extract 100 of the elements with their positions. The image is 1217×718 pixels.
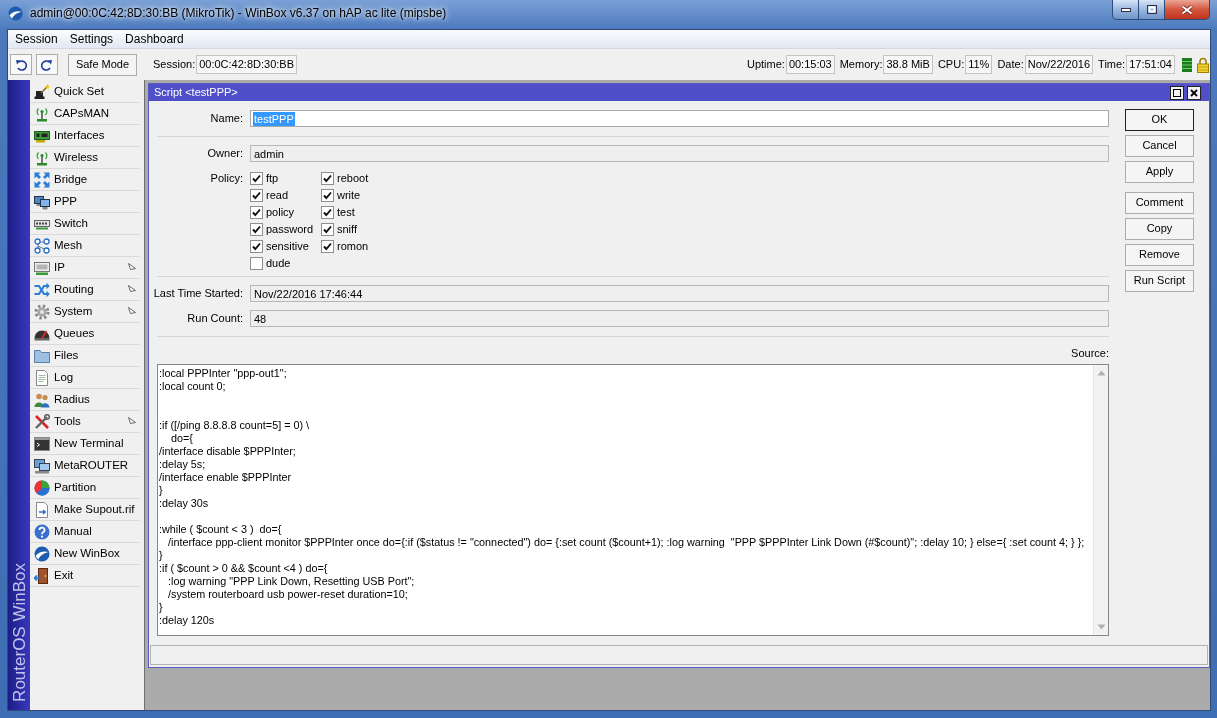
- redo-icon: [41, 58, 53, 71]
- field-value: 48: [253, 311, 268, 326]
- checkbox-label[interactable]: write: [337, 188, 361, 203]
- checkbox-label[interactable]: policy: [266, 205, 295, 220]
- brand-text: RouterOS WinBox: [10, 563, 28, 702]
- sidebar-item[interactable]: CAPsMAN: [30, 103, 140, 125]
- sidebar-item[interactable]: Manual: [30, 521, 140, 543]
- checkbox[interactable]: [250, 240, 263, 253]
- session-field: 00:0C:42:8D:30:BB: [196, 55, 297, 74]
- checkbox-label[interactable]: read: [266, 188, 289, 203]
- maximize-icon: [1146, 5, 1157, 14]
- checkbox[interactable]: [250, 223, 263, 236]
- run-script-button[interactable]: Run Script: [1125, 270, 1194, 292]
- checkbox[interactable]: [250, 206, 263, 219]
- field-label: Run Count:: [186, 311, 243, 326]
- monitor-icon: [34, 457, 50, 474]
- checkbox[interactable]: [250, 257, 263, 270]
- sidebar-item[interactable]: Mesh: [30, 235, 140, 257]
- sidebar-item[interactable]: New Terminal: [30, 433, 140, 455]
- sidebar-item[interactable]: Routing: [30, 279, 140, 301]
- stat-label: CPU:: [937, 57, 965, 72]
- undo-icon: [15, 58, 27, 71]
- checkbox-label[interactable]: ftp: [266, 171, 279, 186]
- safe-mode-button[interactable]: Safe Mode: [68, 53, 137, 76]
- remove-button[interactable]: Remove: [1125, 244, 1194, 266]
- vertical-scrollbar[interactable]: [1093, 365, 1108, 635]
- sidebar-item[interactable]: Queues: [30, 323, 140, 345]
- session-label: Session:: [153, 57, 196, 72]
- apply-button[interactable]: Apply: [1125, 161, 1194, 183]
- checkbox-label[interactable]: reboot: [337, 171, 369, 186]
- menu-item[interactable]: Dashboard: [119, 31, 190, 47]
- crossed-arrows-icon: [34, 281, 50, 298]
- window-title: admin@00:0C:42:8D:30:BB (MikroTik) - WinBox v6.37 on hAP ac lite (mipsbe): [30, 6, 447, 21]
- sidebar-item[interactable]: New WinBox: [30, 543, 140, 565]
- undo-button[interactable]: [10, 54, 32, 75]
- cancel-button[interactable]: Cancel: [1125, 135, 1194, 157]
- stat-value-field: 00:15:03: [785, 55, 835, 74]
- checkbox[interactable]: [321, 240, 334, 253]
- scroll-up-icon: [1096, 370, 1106, 376]
- antenna-icon: [34, 105, 50, 122]
- computer-icon: [34, 193, 50, 210]
- sidebar-item[interactable]: Tools: [30, 411, 140, 433]
- close-button[interactable]: [1187, 85, 1201, 100]
- stat-label: Memory:: [839, 57, 883, 72]
- document-icon: [34, 501, 50, 518]
- copy-button[interactable]: Copy: [1125, 218, 1194, 240]
- checkbox[interactable]: [321, 223, 334, 236]
- sidebar-item[interactable]: MetaROUTER: [30, 455, 140, 477]
- sidebar-item[interactable]: Files: [30, 345, 140, 367]
- field-label: Owner:: [206, 146, 243, 161]
- door-icon: [34, 567, 50, 584]
- sidebar-item[interactable]: Switch: [30, 213, 140, 235]
- stat-label: Uptime:: [746, 57, 785, 72]
- checkbox-label[interactable]: sensitive: [266, 239, 309, 254]
- sidebar-item[interactable]: Bridge: [30, 169, 140, 191]
- checkbox-label[interactable]: password: [266, 222, 314, 237]
- dialog-title: Script <testPPP>: [154, 85, 238, 100]
- checkbox[interactable]: [321, 189, 334, 202]
- stat-label: Time:: [1098, 57, 1126, 72]
- sidebar-item[interactable]: Quick Set: [30, 81, 140, 103]
- stat-value-field: 17:51:04: [1126, 55, 1175, 74]
- close-button[interactable]: [1165, 0, 1210, 20]
- redo-button[interactable]: [36, 54, 58, 75]
- minimize-button[interactable]: [1112, 0, 1139, 20]
- sidebar-item[interactable]: IP: [30, 257, 140, 279]
- sidebar-item[interactable]: Radius: [30, 389, 140, 411]
- checkbox-label[interactable]: test: [337, 205, 355, 220]
- maximize-icon: [1173, 88, 1181, 97]
- arrows-icon: [34, 171, 50, 188]
- checkbox[interactable]: [321, 172, 334, 185]
- antenna-icon: [34, 149, 50, 166]
- checkbox-label[interactable]: dude: [266, 256, 291, 271]
- document-icon: [34, 369, 50, 386]
- sidebar-item[interactable]: Log: [30, 367, 140, 389]
- checkbox-label[interactable]: romon: [337, 239, 369, 254]
- menu-item[interactable]: Settings: [63, 31, 120, 47]
- pie-chart-icon: [34, 479, 50, 496]
- sidebar-item[interactable]: Wireless: [30, 147, 140, 169]
- ok-button[interactable]: OK: [1125, 109, 1194, 131]
- checkbox[interactable]: [250, 172, 263, 185]
- maximize-button[interactable]: [1139, 0, 1165, 20]
- sidebar-item[interactable]: PPP: [30, 191, 140, 213]
- field-label: Last Time Started:: [152, 286, 243, 301]
- wand-icon: [34, 83, 50, 100]
- checkbox[interactable]: [321, 206, 334, 219]
- comment-button[interactable]: Comment: [1125, 192, 1194, 214]
- help-icon: [34, 523, 50, 540]
- sidebar-item[interactable]: Exit: [30, 565, 140, 587]
- menu-item[interactable]: Session: [9, 31, 64, 47]
- sidebar-item[interactable]: System: [30, 301, 140, 323]
- source-label: Source:: [1071, 346, 1109, 360]
- terminal-icon: [34, 435, 50, 452]
- sidebar-item[interactable]: Partition: [30, 477, 140, 499]
- maximize-button[interactable]: [1170, 85, 1184, 100]
- checkbox[interactable]: [250, 189, 263, 202]
- people-icon: [34, 391, 50, 408]
- sidebar-item[interactable]: Make Supout.rif: [30, 499, 140, 521]
- script-text: :local PPPInter "ppp-out1"; :local count 0; :if ([/ping 8.8.8.8 count=5] = 0) \ do={ /interface disable $PPPInter; :delay 5s; /interface enable $PPPInter } :delay 30s :while ( $count < 3 ) do={ /interface ppp-client monitor $PPPInter once do={:if ($status != "connected") do= {:set count ($count+1); :log warning "PPP $PPPInter Link Down (#$count)"; :delay 10; } else={ :set count 4; } }; } :if ( $count > 0 && $count <4 ) do={ :log warning "PPP Link Down, Resetting USB Port"; /system routerboard usb power-reset duration=10; } :delay 120s: [158, 366, 1086, 628]
- sidebar-item[interactable]: Interfaces: [30, 125, 140, 147]
- checkbox-label[interactable]: sniff: [337, 222, 357, 237]
